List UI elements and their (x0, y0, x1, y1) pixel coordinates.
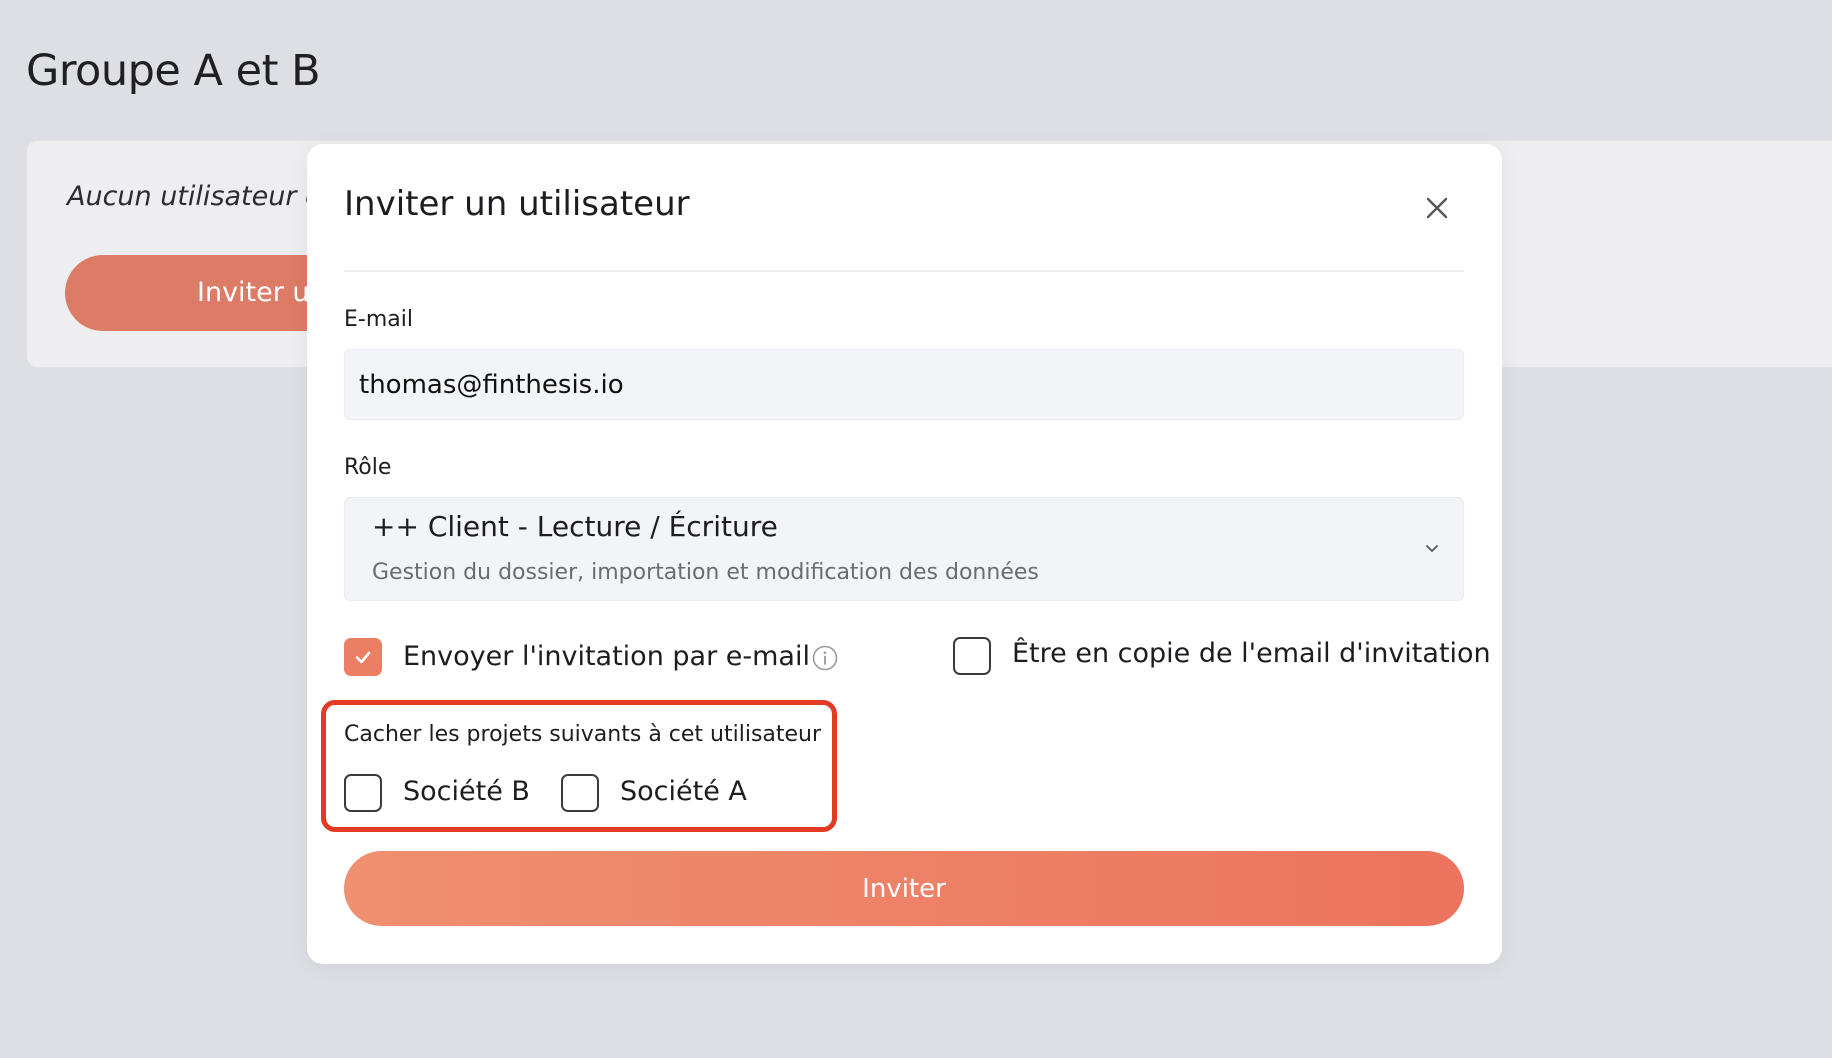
invite-user-modal: Inviter un utilisateur E-mail Rôle ++ Cl… (307, 144, 1502, 964)
role-selected-value: ++ Client - Lecture / Écriture (372, 510, 778, 543)
close-icon (1426, 197, 1448, 219)
empty-users-text: Aucun utilisateur e (67, 181, 322, 212)
info-icon[interactable] (812, 645, 838, 671)
close-button[interactable] (1417, 188, 1457, 228)
hide-projects-highlight (321, 700, 837, 832)
role-select[interactable]: ++ Client - Lecture / Écriture Gestion d… (344, 497, 1464, 601)
chevron-down-icon (1426, 545, 1438, 552)
hide-projects-label: Cacher les projets suivants à cet utilis… (344, 722, 822, 747)
header-divider (344, 270, 1464, 272)
role-description: Gestion du dossier, importation et modif… (372, 560, 1039, 585)
role-label: Rôle (344, 455, 392, 480)
cc-email-label: Être en copie de l'email d'invitation (1012, 638, 1491, 669)
societe-a-label: Société A (620, 776, 747, 807)
email-field[interactable] (344, 349, 1464, 420)
check-icon (355, 651, 371, 664)
invite-submit-button[interactable]: Inviter (344, 851, 1464, 926)
cc-email-checkbox[interactable] (953, 637, 991, 675)
send-invite-checkbox[interactable] (344, 638, 382, 676)
send-invite-label: Envoyer l'invitation par e-mail (403, 641, 810, 672)
page-title: Groupe A et B (26, 46, 321, 96)
societe-a-checkbox[interactable] (561, 774, 599, 812)
email-label: E-mail (344, 307, 413, 332)
modal-title: Inviter un utilisateur (344, 184, 690, 224)
societe-b-checkbox[interactable] (344, 774, 382, 812)
societe-b-label: Société B (403, 776, 530, 807)
